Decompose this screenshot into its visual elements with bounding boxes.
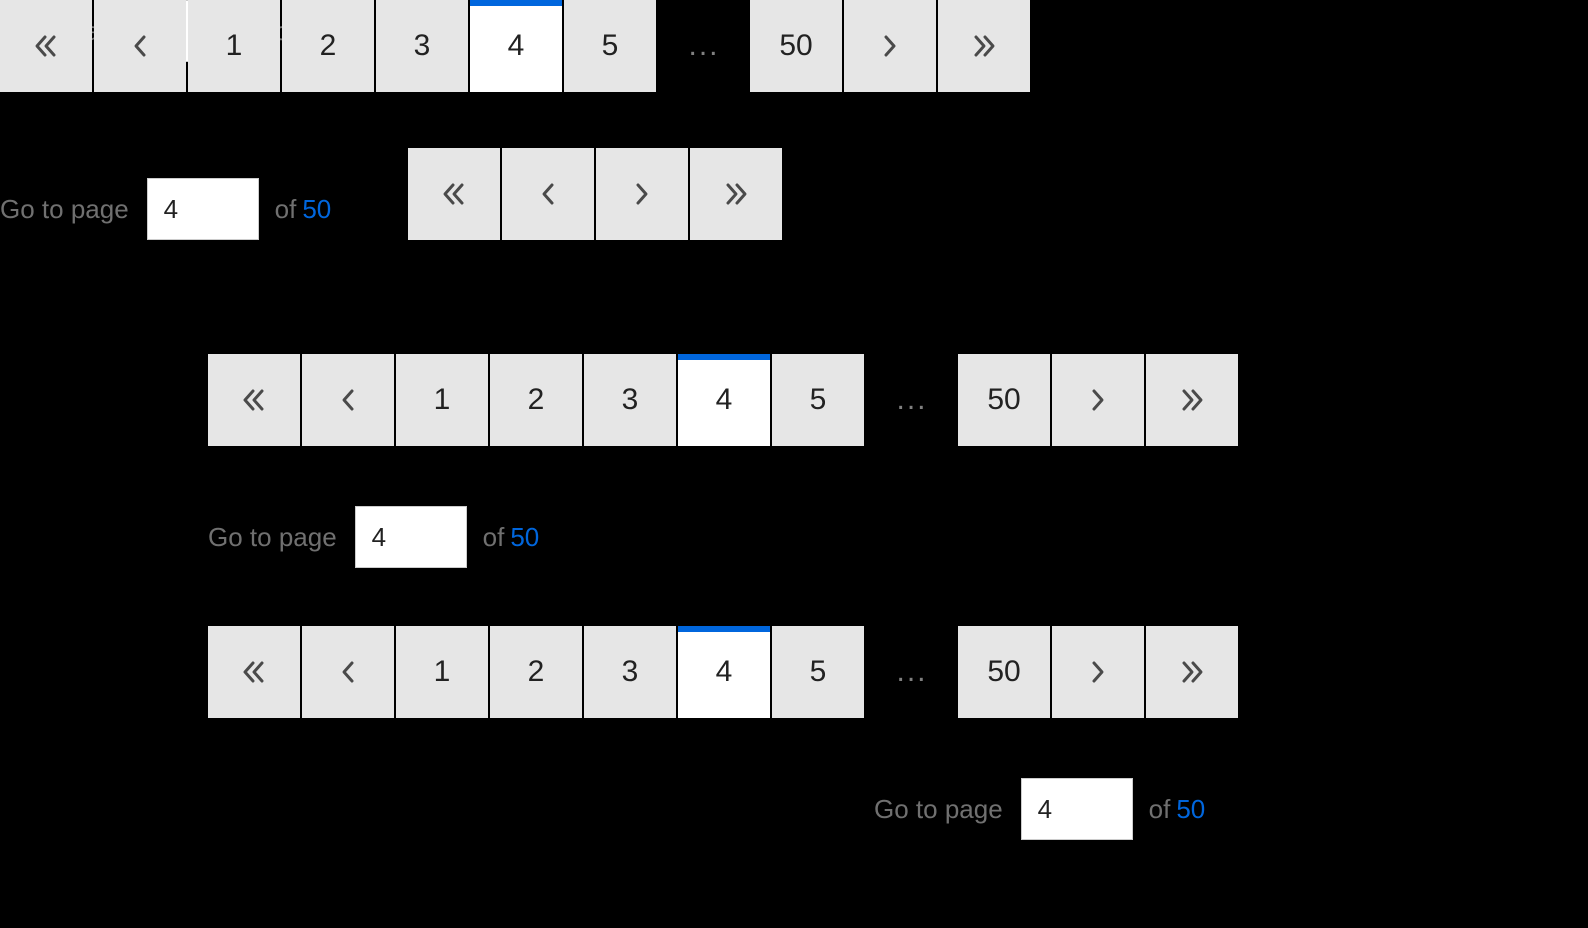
- pagination: 1 2 3 4 5 ... 50: [208, 626, 1240, 718]
- last-page-button[interactable]: [1146, 354, 1238, 446]
- double-chevron-left-icon: [240, 386, 268, 414]
- page-2-button[interactable]: 2: [490, 626, 582, 718]
- first-page-button[interactable]: [208, 626, 300, 718]
- goto-page-input[interactable]: [147, 178, 259, 240]
- pagination: 1 2 3 4 5 ... 50: [0, 0, 1032, 92]
- pagination-ellipsis: ...: [866, 655, 958, 689]
- chevron-left-icon: [538, 180, 558, 208]
- chevron-right-icon: [1088, 658, 1108, 686]
- prev-page-button[interactable]: [302, 626, 394, 718]
- pagination: 1 2 3 4 5 ... 50: [208, 354, 1240, 446]
- goto-page-label: Go to page: [874, 794, 1003, 825]
- chevron-right-icon: [1088, 386, 1108, 414]
- double-chevron-right-icon: [970, 32, 998, 60]
- page-last-button[interactable]: 50: [958, 626, 1050, 718]
- page-5-button[interactable]: 5: [772, 626, 864, 718]
- page-4-button[interactable]: 4: [678, 626, 770, 718]
- goto-of-text: of: [275, 194, 297, 225]
- goto-of-text: of: [1149, 794, 1171, 825]
- chevron-left-icon: [338, 386, 358, 414]
- page-1-button[interactable]: 1: [396, 354, 488, 446]
- goto-page-label: Go to page: [0, 194, 129, 225]
- last-page-button[interactable]: [690, 148, 782, 240]
- chevron-right-icon: [880, 32, 900, 60]
- double-chevron-right-icon: [1178, 386, 1206, 414]
- goto-total-link[interactable]: 50: [510, 522, 539, 553]
- page-5-button[interactable]: 5: [564, 0, 656, 92]
- last-page-button[interactable]: [938, 0, 1030, 92]
- goto-page-label: Go to page: [208, 522, 337, 553]
- prev-page-button[interactable]: [502, 148, 594, 240]
- page-last-button[interactable]: 50: [750, 0, 842, 92]
- page-1-button[interactable]: 1: [396, 626, 488, 718]
- chevron-left-icon: [130, 32, 150, 60]
- pagination-compact: [408, 148, 784, 240]
- double-chevron-right-icon: [722, 180, 750, 208]
- last-page-button[interactable]: [1146, 626, 1238, 718]
- goto-page-input[interactable]: [355, 506, 467, 568]
- double-chevron-right-icon: [1178, 658, 1206, 686]
- chevron-right-icon: [632, 180, 652, 208]
- page-4-button[interactable]: 4: [678, 354, 770, 446]
- double-chevron-left-icon: [32, 32, 60, 60]
- goto-total-link[interactable]: 50: [302, 194, 331, 225]
- first-page-button[interactable]: [408, 148, 500, 240]
- double-chevron-left-icon: [440, 180, 468, 208]
- double-chevron-left-icon: [240, 658, 268, 686]
- pagination-ellipsis: ...: [866, 383, 958, 417]
- first-page-button[interactable]: [208, 354, 300, 446]
- page-5-button[interactable]: 5: [772, 354, 864, 446]
- page-3-button[interactable]: 3: [584, 354, 676, 446]
- page-3-button[interactable]: 3: [584, 626, 676, 718]
- first-page-button[interactable]: [0, 0, 92, 92]
- next-page-button[interactable]: [1052, 354, 1144, 446]
- next-page-button[interactable]: [844, 0, 936, 92]
- goto-page-input[interactable]: [1021, 778, 1133, 840]
- prev-page-button[interactable]: [94, 0, 186, 92]
- prev-page-button[interactable]: [302, 354, 394, 446]
- next-page-button[interactable]: [596, 148, 688, 240]
- page-1-button[interactable]: 1: [188, 0, 280, 92]
- page-2-button[interactable]: 2: [282, 0, 374, 92]
- goto-total-link[interactable]: 50: [1176, 794, 1205, 825]
- next-page-button[interactable]: [1052, 626, 1144, 718]
- pagination-ellipsis: ...: [658, 29, 750, 63]
- chevron-left-icon: [338, 658, 358, 686]
- page-3-button[interactable]: 3: [376, 0, 468, 92]
- page-2-button[interactable]: 2: [490, 354, 582, 446]
- page-last-button[interactable]: 50: [958, 354, 1050, 446]
- goto-of-text: of: [483, 522, 505, 553]
- page-4-button[interactable]: 4: [470, 0, 562, 92]
